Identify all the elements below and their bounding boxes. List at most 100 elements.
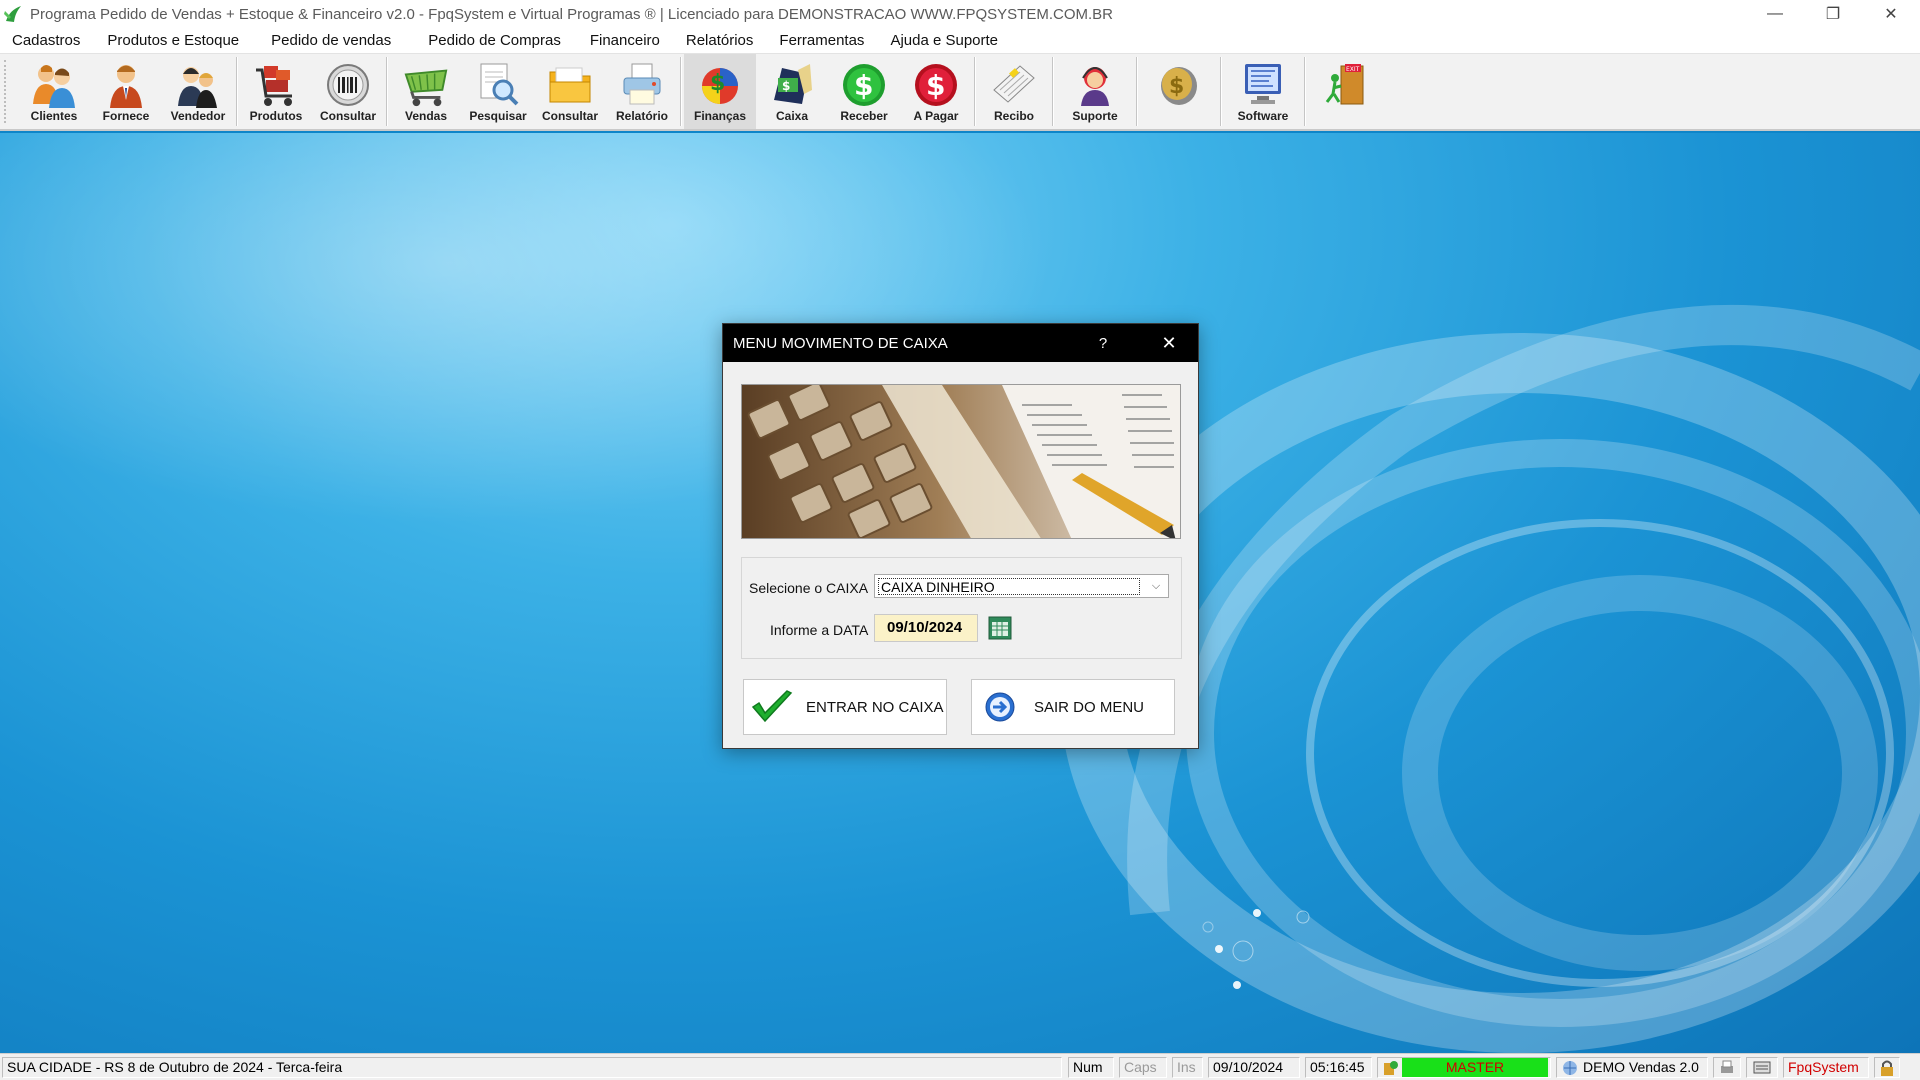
toolbar-consultar2-label: Consultar (541, 109, 598, 123)
entrar-caixa-button[interactable]: ENTRAR NO CAIXA (743, 679, 947, 735)
toolbar-grip[interactable] (4, 60, 14, 123)
menu-produtos-estoque[interactable]: Produtos e Estoque (93, 32, 255, 49)
status-location: SUA CIDADE - RS 8 de Outubro de 2024 - T… (2, 1057, 1062, 1078)
toolbar-separator (1052, 57, 1054, 126)
toolbar-clientes-button[interactable]: Clientes (18, 54, 90, 129)
toolbar-vendedor-label: Vendedor (170, 109, 226, 123)
status-user: MASTER (1402, 1058, 1548, 1077)
toolbar-caixa-label: Caixa (775, 109, 809, 123)
svg-text:$: $ (710, 71, 725, 96)
menu-ajuda-suporte[interactable]: Ajuda e Suporte (877, 32, 1011, 49)
exit-door-icon: EXIT (1323, 59, 1371, 111)
sair-menu-button[interactable]: SAIR DO MENU (971, 679, 1175, 735)
toolbar-apagar-label: A Pagar (913, 109, 959, 123)
toolbar-receber-label: Receber (840, 109, 888, 123)
restore-button[interactable]: ❐ (1804, 0, 1862, 28)
calculator-keyboard-image (741, 384, 1181, 539)
svg-text:$: $ (782, 79, 790, 93)
data-label: Informe a DATA (770, 622, 869, 638)
toolbar-consultar2-button[interactable]: Consultar (534, 54, 606, 129)
toolbar-software-button[interactable]: Software (1224, 54, 1302, 129)
date-input[interactable]: 09/10/2024 (874, 614, 978, 642)
printer-status-icon (1721, 1060, 1733, 1073)
caixa-select-value: CAIXA DINHEIRO (878, 577, 1140, 595)
toolbar-vendas-label: Vendas (404, 109, 448, 123)
caixa-dialog: MENU MOVIMENTO DE CAIXA ? ✕ Selecione o … (722, 323, 1199, 749)
toolbar-clientes-label: Clientes (30, 109, 78, 123)
sair-menu-label: SAIR DO MENU (1034, 698, 1145, 716)
network-icon (1563, 1061, 1577, 1075)
arrow-right-circle-icon (978, 687, 1022, 727)
status-brand: FpqSystem (1783, 1057, 1869, 1078)
toolbar-fornece-button[interactable]: Fornece (90, 54, 162, 129)
toolbar-recibo-button[interactable]: Recibo (978, 54, 1050, 129)
help-button[interactable]: ? (1088, 324, 1118, 362)
receipt-icon (990, 59, 1038, 111)
entrar-caixa-label: ENTRAR NO CAIXA (806, 698, 944, 716)
toolbar-consultar-button[interactable]: Consultar (312, 54, 384, 129)
keyboard-icon (1753, 1061, 1771, 1074)
caixa-select[interactable]: CAIXA DINHEIRO ⌵ (874, 574, 1169, 598)
finance-globe-icon: $ (696, 59, 744, 111)
menu-pedido-vendas[interactable]: Pedido de vendas (255, 32, 410, 49)
dialog-title: MENU MOVIMENTO DE CAIXA (733, 334, 948, 352)
toolbar-caixa-button[interactable]: $ Caixa (756, 54, 828, 129)
toolbar-pesquisar-button[interactable]: Pesquisar (462, 54, 534, 129)
toolbar-coin-button[interactable]: $ (1140, 54, 1218, 129)
menu-bar: Cadastros Produtos e Estoque Pedido de v… (0, 28, 1920, 53)
toolbar-software-label: Software (1237, 109, 1289, 123)
status-printer-panel[interactable] (1713, 1057, 1741, 1078)
toolbar-apagar-button[interactable]: $ A Pagar (900, 54, 972, 129)
toolbar-produtos-label: Produtos (249, 109, 303, 123)
calendar-icon[interactable] (988, 616, 1012, 640)
toolbar-vendas-button[interactable]: Vendas (390, 54, 462, 129)
shopping-cart-icon (402, 59, 450, 111)
toolbar-relatorio-button[interactable]: Relatório (606, 54, 678, 129)
receive-dollar-icon: $ (840, 59, 888, 111)
minimize-button[interactable]: — (1746, 0, 1804, 28)
cart-products-icon (252, 59, 300, 111)
toolbar-separator (386, 57, 388, 126)
toolbar-financas-button[interactable]: $ Finanças (684, 54, 756, 129)
software-monitor-icon (1239, 59, 1287, 111)
menu-ferramentas[interactable]: Ferramentas (766, 32, 877, 49)
menu-financeiro[interactable]: Financeiro (577, 32, 673, 49)
user-key-icon (1384, 1061, 1398, 1075)
toolbar-fornece-label: Fornece (102, 109, 150, 123)
clients-icon (30, 59, 78, 111)
toolbar-separator (1136, 57, 1138, 126)
toolbar-separator (680, 57, 682, 126)
toolbar-recibo-label: Recibo (993, 109, 1034, 123)
status-time: 05:16:45 (1305, 1057, 1372, 1078)
status-lock-panel[interactable] (1874, 1057, 1900, 1078)
chevron-down-icon[interactable]: ⌵ (1148, 577, 1164, 595)
title-bar: Programa Pedido de Vendas + Estoque & Fi… (0, 0, 1920, 28)
svg-text:$: $ (854, 69, 873, 102)
dialog-title-bar: MENU MOVIMENTO DE CAIXA ? ✕ (723, 324, 1198, 362)
toolbar-separator (1304, 57, 1306, 126)
status-version: DEMO Vendas 2.0 (1556, 1057, 1708, 1078)
close-window-button[interactable]: ✕ (1862, 0, 1920, 28)
status-keyboard-panel[interactable] (1746, 1057, 1778, 1078)
menu-pedido-compras[interactable]: Pedido de Compras (410, 32, 577, 49)
status-caps: Caps (1119, 1057, 1167, 1078)
toolbar-produtos-button[interactable]: Produtos (240, 54, 312, 129)
folder-icon (546, 59, 594, 111)
toolbar-separator (1220, 57, 1222, 126)
svg-text:$: $ (1169, 74, 1184, 99)
toolbar-suporte-button[interactable]: Suporte (1056, 54, 1134, 129)
toolbar-financas-label: Finanças (693, 109, 747, 123)
menu-cadastros[interactable]: Cadastros (0, 32, 93, 49)
seller-icon (174, 59, 222, 111)
status-ins: Ins (1172, 1057, 1203, 1078)
dialog-fields-group: Selecione o CAIXA CAIXA DINHEIRO ⌵ Infor… (741, 557, 1182, 659)
toolbar-receber-button[interactable]: $ Receber (828, 54, 900, 129)
toolbar-vendedor-button[interactable]: Vendedor (162, 54, 234, 129)
toolbar-pesquisar-label: Pesquisar (469, 109, 527, 123)
search-document-icon (474, 59, 522, 111)
toolbar-exit-button[interactable]: EXIT (1308, 54, 1386, 129)
cash-register-icon: $ (768, 59, 816, 111)
menu-relatorios[interactable]: Relatórios (673, 32, 767, 49)
dialog-close-button[interactable]: ✕ (1154, 324, 1184, 362)
toolbar-suporte-label: Suporte (1072, 109, 1118, 123)
